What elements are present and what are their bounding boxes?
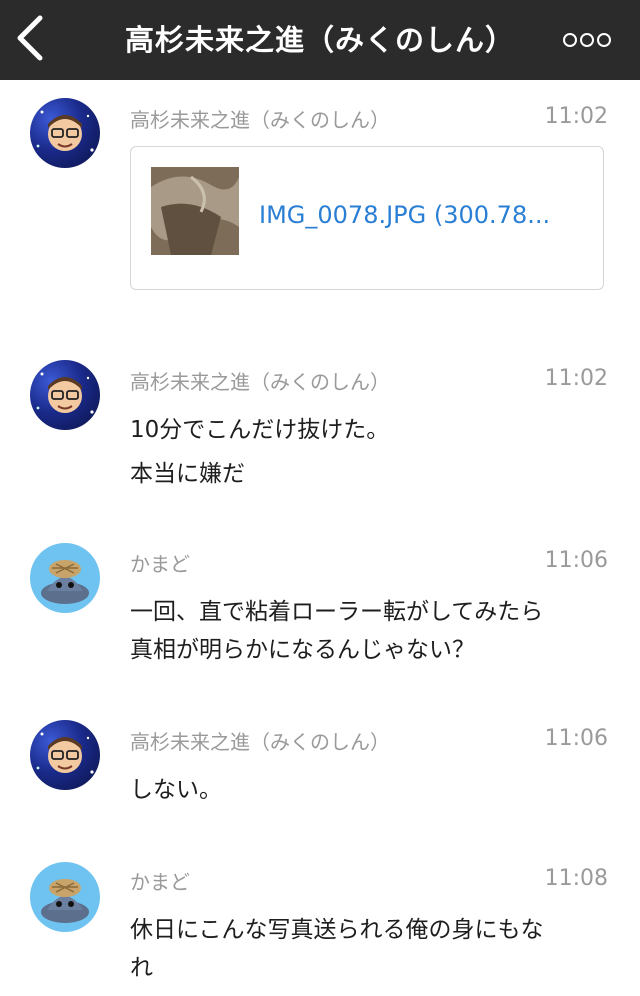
- message-text: れ: [130, 955, 153, 981]
- message-time: 11:08: [544, 866, 608, 891]
- message-item: かまど 11:08 休日にこんな写真送られる俺の身にもな れ: [0, 0, 640, 996]
- avatar[interactable]: [30, 862, 100, 932]
- mascot-avatar: [41, 879, 89, 923]
- sender-name: かまど: [130, 870, 190, 894]
- message-text: 休日にこんな写真送られる俺の身にもな: [130, 917, 544, 943]
